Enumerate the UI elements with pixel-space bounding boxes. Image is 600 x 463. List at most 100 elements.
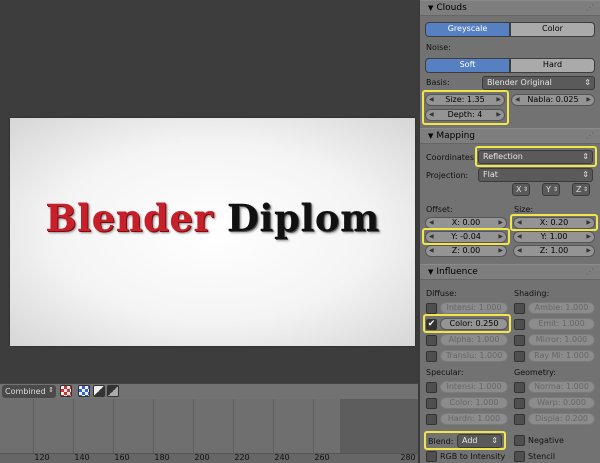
shading-mirror-field[interactable]: Mirror: 1.000 xyxy=(528,334,595,346)
coordinates-value: Reflection xyxy=(483,152,523,161)
shading-emit-checkbox[interactable] xyxy=(514,319,525,330)
decrement-icon[interactable]: ◀ xyxy=(429,246,434,256)
color-alpha-icon[interactable] xyxy=(78,385,90,397)
specular-intensity-checkbox[interactable] xyxy=(426,382,437,393)
y-axis-select[interactable]: Y ⇕ xyxy=(542,183,560,196)
specular-label: Specular: xyxy=(426,368,464,377)
greyscale-tab[interactable]: Greyscale xyxy=(425,22,510,37)
offset-label: Offset: xyxy=(426,205,453,214)
stencil-checkbox[interactable] xyxy=(514,451,525,462)
increment-icon[interactable]: ▶ xyxy=(586,95,591,105)
noise-hard-tab[interactable]: Hard xyxy=(510,58,595,73)
offset-z-field[interactable]: ◀ Z: 0.00 ▶ xyxy=(425,245,507,257)
shading-raymirror-checkbox[interactable] xyxy=(514,351,525,362)
decrement-icon[interactable]: ◀ xyxy=(429,110,434,120)
diffuse-translucency-checkbox[interactable] xyxy=(426,351,437,362)
chevron-updown-icon: ⇕ xyxy=(552,186,558,193)
blend-select[interactable]: Add ⇕ xyxy=(457,434,502,448)
noise-label: Noise: xyxy=(426,43,451,52)
geometry-normal-field[interactable]: Norma: 1.000 xyxy=(528,381,595,393)
influence-header[interactable]: ▼ Influence ⋰ xyxy=(420,264,600,280)
increment-icon[interactable]: ▶ xyxy=(496,95,501,105)
specular-intensity-field[interactable]: Intensi: 1.000 xyxy=(440,381,508,393)
nabla-field[interactable]: ◀ Nabla: 0.025 ▶ xyxy=(511,94,595,106)
increment-icon[interactable]: ▶ xyxy=(498,218,503,228)
noise-soft-tab[interactable]: Soft xyxy=(425,58,510,73)
coordinates-select[interactable]: Reflection ⇕ xyxy=(478,150,593,164)
decrement-icon[interactable]: ◀ xyxy=(429,218,434,228)
decrement-icon[interactable]: ◀ xyxy=(515,95,520,105)
shading-emit-field[interactable]: Emit: 1.000 xyxy=(528,318,595,330)
decrement-icon[interactable]: ◀ xyxy=(429,95,434,105)
diffuse-alpha-checkbox[interactable] xyxy=(426,335,437,346)
specular-hardness-field[interactable]: Hardn: 1.000 xyxy=(440,413,508,425)
shading-raymirror-field[interactable]: Ray Mi: 1.000 xyxy=(528,350,595,362)
specular-color-field[interactable]: Color: 1.000 xyxy=(440,397,508,409)
specular-color-checkbox[interactable] xyxy=(426,398,437,409)
x-axis-select[interactable]: X ⇕ xyxy=(512,183,530,196)
mapping-header[interactable]: ▼ Mapping ⋰ xyxy=(420,128,600,144)
geometry-displace-field[interactable]: Displa: 0.200 xyxy=(528,413,595,425)
drag-grip-icon[interactable]: ⋰ xyxy=(586,265,594,279)
offset-y-value: Y: -0.04 xyxy=(451,232,481,241)
basis-select[interactable]: Blender Original ⇕ xyxy=(482,76,595,90)
size-x-field[interactable]: ◀ X: 0.20 ▶ xyxy=(513,217,595,229)
clouds-header[interactable]: ▼ Clouds ⋰ xyxy=(420,0,600,16)
increment-icon[interactable]: ▶ xyxy=(586,218,591,228)
increment-icon[interactable]: ▶ xyxy=(498,246,503,256)
geometry-warp-field[interactable]: Warp: 0.000 xyxy=(528,397,595,409)
decrement-icon[interactable]: ◀ xyxy=(429,232,434,242)
shading-ambient-field[interactable]: Ambie: 1.000 xyxy=(528,302,595,314)
projection-select[interactable]: Flat ⇕ xyxy=(478,168,593,182)
diffuse-color-checkbox[interactable]: ✔ xyxy=(426,319,437,330)
display-mode-icon[interactable] xyxy=(107,385,119,397)
z-axis-select[interactable]: Z ⇕ xyxy=(572,183,590,196)
nabla-value: Nabla: 0.025 xyxy=(527,95,579,104)
negative-checkbox[interactable] xyxy=(514,435,525,446)
diffuse-label: Diffuse: xyxy=(426,289,457,298)
size-field[interactable]: ◀ Size: 1.35 ▶ xyxy=(425,94,505,106)
axis-label: X xyxy=(516,185,522,194)
negative-label: Negative xyxy=(528,436,564,445)
diffuse-intensity-field[interactable]: Intensi: 1.000 xyxy=(440,302,508,314)
render-pass-select[interactable]: Combined ⇕ xyxy=(2,385,56,398)
offset-y-field[interactable]: ◀ Y: -0.04 ▶ xyxy=(425,231,507,243)
projection-value: Flat xyxy=(483,170,498,179)
diffuse-alpha-field[interactable]: Alpha: 1.000 xyxy=(440,334,508,346)
diffuse-intensity-checkbox[interactable] xyxy=(426,303,437,314)
geometry-displace-checkbox[interactable] xyxy=(514,414,525,425)
offset-x-field[interactable]: ◀ X: 0.00 ▶ xyxy=(425,217,507,229)
drag-grip-icon[interactable]: ⋰ xyxy=(586,129,594,143)
color-tab[interactable]: Color xyxy=(510,22,595,37)
image-editor-view[interactable]: Blender Diplom xyxy=(0,0,418,383)
geometry-normal-checkbox[interactable] xyxy=(514,382,525,393)
shading-ambient-checkbox[interactable] xyxy=(514,303,525,314)
mapping-title: Mapping xyxy=(436,131,476,141)
increment-icon[interactable]: ▶ xyxy=(586,246,591,256)
size-y-field[interactable]: ◀ Y: 1.00 ▶ xyxy=(513,231,595,243)
alpha-checker-icon[interactable] xyxy=(60,385,72,397)
decrement-icon[interactable]: ◀ xyxy=(517,232,522,242)
depth-value: Depth: 4 xyxy=(447,110,483,119)
axis-label: Y xyxy=(546,185,551,194)
render-pass-label: Combined xyxy=(5,387,46,396)
timeline-tick: 160 xyxy=(114,453,130,462)
diffuse-color-field[interactable]: Color: 0.250 xyxy=(440,318,508,330)
increment-icon[interactable]: ▶ xyxy=(496,110,501,120)
increment-icon[interactable]: ▶ xyxy=(586,232,591,242)
depth-field[interactable]: ◀ Depth: 4 ▶ xyxy=(425,109,505,121)
shading-mirror-checkbox[interactable] xyxy=(514,335,525,346)
diffuse-translucency-field[interactable]: Translu: 1.000 xyxy=(440,350,508,362)
rgb-to-intensity-checkbox[interactable] xyxy=(426,451,437,462)
drag-grip-icon[interactable]: ⋰ xyxy=(586,1,594,15)
logo-word-blender: Blender xyxy=(45,196,214,240)
size-y-value: Y: 1.00 xyxy=(540,232,568,241)
geometry-warp-checkbox[interactable] xyxy=(514,398,525,409)
specular-hardness-checkbox[interactable] xyxy=(426,414,437,425)
increment-icon[interactable]: ▶ xyxy=(498,232,503,242)
decrement-icon[interactable]: ◀ xyxy=(517,218,522,228)
z-buffer-icon[interactable] xyxy=(93,385,105,397)
decrement-icon[interactable]: ◀ xyxy=(517,246,522,256)
size-z-field[interactable]: ◀ Z: 1.00 ▶ xyxy=(513,245,595,257)
geometry-label: Geometry: xyxy=(514,368,557,377)
